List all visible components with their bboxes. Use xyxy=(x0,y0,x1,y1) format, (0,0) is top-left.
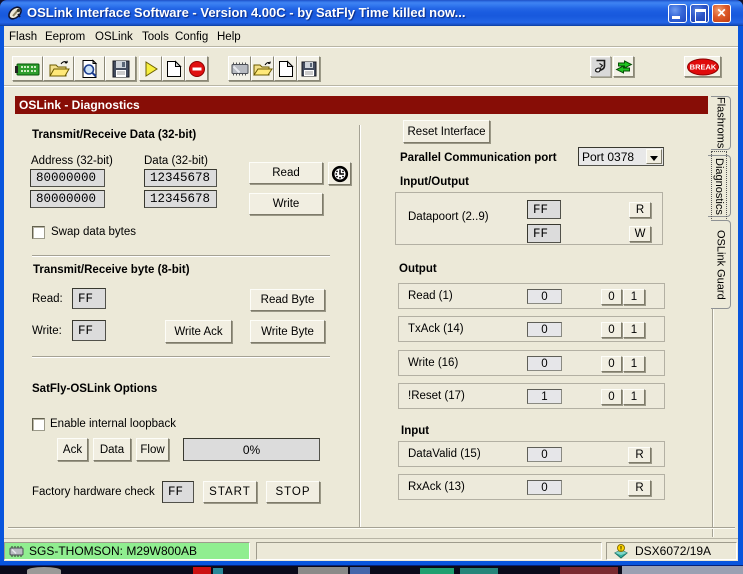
svg-text:!: ! xyxy=(620,547,622,553)
svg-text:BREAK: BREAK xyxy=(689,62,716,71)
